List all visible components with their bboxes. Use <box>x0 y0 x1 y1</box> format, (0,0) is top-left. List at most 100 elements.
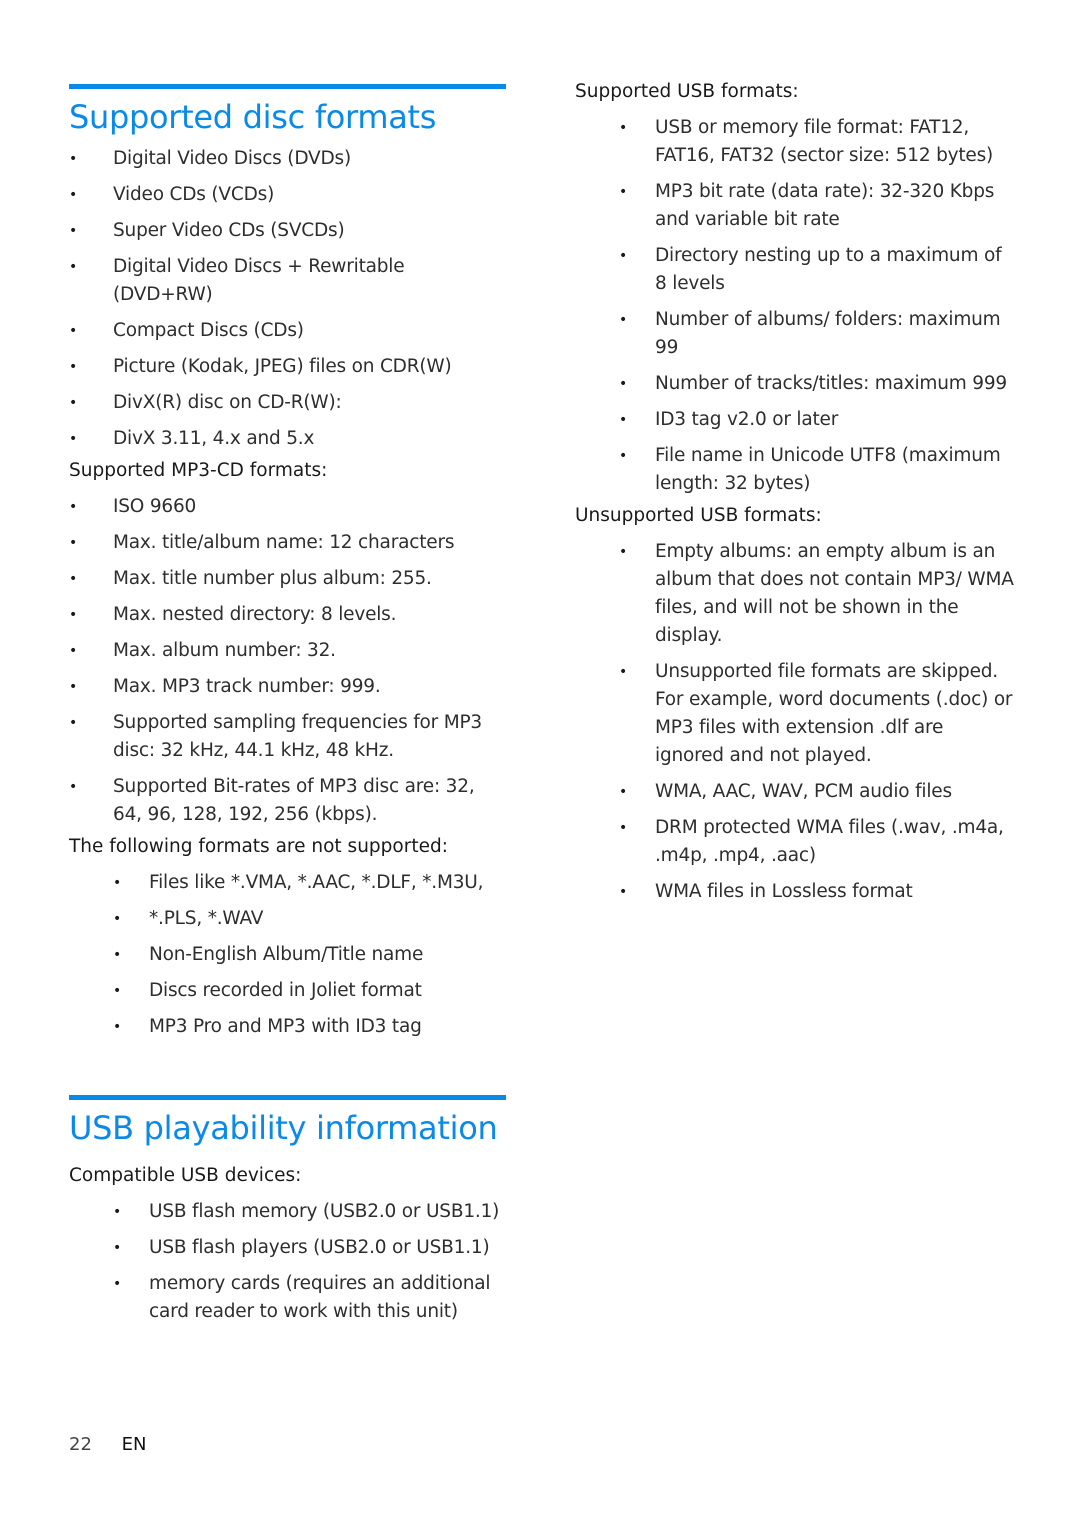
list-item: • File name in Unicode UTF8 (maximum leng… <box>575 442 1015 498</box>
bullet-icon: • <box>619 312 628 328</box>
language-code: EN <box>121 1434 147 1455</box>
bullet-icon: • <box>69 223 78 239</box>
left-column: Supported disc formats • Digital Video Di… <box>69 0 506 1334</box>
list-item: • memory cards (requires an additional ca… <box>69 1270 506 1326</box>
list-item-text: USB flash players (USB2.0 or USB1.1) <box>149 1237 490 1258</box>
list-item-text: Max. album number: 32. <box>113 640 336 661</box>
disc-formats-list: • Digital Video Discs (DVDs) • Video CDs (V… <box>69 145 506 453</box>
list-item: • Max. title number plus album: 255. <box>69 565 506 593</box>
list-item-text: ID3 tag v2.0 or later <box>655 409 839 430</box>
bullet-icon: • <box>619 448 628 464</box>
list-item: • Digital Video Discs + Rewritable (DVD+R… <box>69 253 506 309</box>
list-item: • MP3 Pro and MP3 with ID3 tag <box>69 1013 506 1041</box>
bullet-icon: • <box>619 784 628 800</box>
mp3cd-heading: Supported MP3-CD formats: <box>69 460 328 481</box>
list-item: • USB flash players (USB2.0 or USB1.1) <box>69 1234 506 1262</box>
list-item-text: Supported Bit-rates of MP3 disc are: 32,… <box>113 776 475 825</box>
list-item-text: Number of albums/ folders: maximum 99 <box>655 309 1001 358</box>
bullet-icon: • <box>619 664 628 680</box>
bullet-icon: • <box>69 679 78 695</box>
list-item: • ISO 9660 <box>69 493 506 521</box>
list-item-text: Number of tracks/titles: maximum 999 <box>655 373 1007 394</box>
list-item: • MP3 bit rate (data rate): 32-320 Kbps a… <box>575 178 1015 234</box>
list-item-text: Compact Discs (CDs) <box>113 320 304 341</box>
bullet-icon: • <box>69 571 78 587</box>
bullet-icon: • <box>113 1276 122 1292</box>
bullet-icon: • <box>69 323 78 339</box>
list-item-text: Max. title number plus album: 255. <box>113 568 432 589</box>
section-rule <box>69 84 506 89</box>
bullet-icon: • <box>113 875 122 891</box>
compatible-list: • USB flash memory (USB2.0 or USB1.1) • USB… <box>69 1198 506 1326</box>
list-item-text: ISO 9660 <box>113 496 197 517</box>
list-item: • Directory nesting up to a maximum of 8 … <box>575 242 1015 298</box>
bullet-icon: • <box>619 412 628 428</box>
list-item-text: Digital Video Discs + Rewritable (DVD+RW… <box>113 256 405 305</box>
bullet-icon: • <box>113 947 122 963</box>
list-item-text: Max. title/album name: 12 characters <box>113 532 455 553</box>
list-item-text: WMA, AAC, WAV, PCM audio files <box>655 781 952 802</box>
section-title-usb: USB playability information <box>69 1109 498 1147</box>
bullet-icon: • <box>619 884 628 900</box>
list-item-text: memory cards (requires an additional car… <box>149 1273 491 1322</box>
bullet-icon: • <box>69 431 78 447</box>
bullet-icon: • <box>69 499 78 515</box>
list-item: • Supported Bit-rates of MP3 disc are: 32… <box>69 773 506 829</box>
list-item-text: Max. MP3 track number: 999. <box>113 676 381 697</box>
list-item: • Video CDs (VCDs) <box>69 181 506 209</box>
list-item: • Empty albums: an empty album is an albu… <box>575 538 1015 650</box>
not-supported-heading: The following formats are not supported: <box>69 836 448 857</box>
list-item-text: WMA files in Lossless format <box>655 881 913 902</box>
list-item-text: Files like *.VMA, *.AAC, *.DLF, *.M3U, <box>149 872 484 893</box>
bullet-icon: • <box>113 983 122 999</box>
list-item-text: Max. nested directory: 8 levels. <box>113 604 397 625</box>
bullet-icon: • <box>619 184 628 200</box>
list-item: • Number of albums/ folders: maximum 99 <box>575 306 1015 362</box>
bullet-icon: • <box>69 607 78 623</box>
list-item-text: Non-English Album/Title name <box>149 944 424 965</box>
mp3cd-list: • ISO 9660 • Max. title/album name: 12 char… <box>69 493 506 829</box>
right-column: Supported USB formats: • USB or memory fi… <box>575 0 1015 914</box>
list-item: • Compact Discs (CDs) <box>69 317 506 345</box>
page-number: 22 <box>69 1434 92 1455</box>
bullet-icon: • <box>69 359 78 375</box>
list-item: • DivX(R) disc on CD-R(W): <box>69 389 506 417</box>
list-item-text: DRM protected WMA files (.wav, .m4a, .m4… <box>655 817 1004 866</box>
list-item-text: Discs recorded in Joliet format <box>149 980 422 1001</box>
list-item: • *.PLS, *.WAV <box>69 905 506 933</box>
list-item: • Max. title/album name: 12 characters <box>69 529 506 557</box>
list-item: • Digital Video Discs (DVDs) <box>69 145 506 173</box>
bullet-icon: • <box>69 187 78 203</box>
list-item: • Supported sampling frequencies for MP3 … <box>69 709 506 765</box>
page-footer: 22 EN <box>69 1434 146 1455</box>
list-item-text: Directory nesting up to a maximum of 8 l… <box>655 245 1002 294</box>
bullet-icon: • <box>619 544 628 560</box>
list-item: • Unsupported file formats are skipped. F… <box>575 658 1015 770</box>
list-item-text: Unsupported file formats are skipped. Fo… <box>655 661 1013 766</box>
supported-usb-heading: Supported USB formats: <box>575 81 799 102</box>
bullet-icon: • <box>69 535 78 551</box>
list-item: • Picture (Kodak, JPEG) files on CDR(W) <box>69 353 506 381</box>
bullet-icon: • <box>69 259 78 275</box>
list-item-text: Supported sampling frequencies for MP3 d… <box>113 712 482 761</box>
list-item: • WMA, AAC, WAV, PCM audio files <box>575 778 1015 806</box>
list-item: • Max. album number: 32. <box>69 637 506 665</box>
not-supported-list: • Files like *.VMA, *.AAC, *.DLF, *.M3U, •… <box>69 869 506 1041</box>
list-item-text: File name in Unicode UTF8 (maximum lengt… <box>655 445 1001 494</box>
compatible-heading: Compatible USB devices: <box>69 1165 302 1186</box>
bullet-icon: • <box>619 376 628 392</box>
list-item: • Super Video CDs (SVCDs) <box>69 217 506 245</box>
bullet-icon: • <box>619 248 628 264</box>
list-item-text: DivX 3.11, 4.x and 5.x <box>113 428 315 449</box>
list-item-text: USB flash memory (USB2.0 or USB1.1) <box>149 1201 500 1222</box>
bullet-icon: • <box>113 1019 122 1035</box>
list-item-text: *.PLS, *.WAV <box>149 908 264 929</box>
bullet-icon: • <box>619 820 628 836</box>
section-title-disc-formats: Supported disc formats <box>69 98 437 136</box>
bullet-icon: • <box>69 643 78 659</box>
list-item-text: Empty albums: an empty album is an album… <box>655 541 1014 646</box>
bullet-icon: • <box>113 911 122 927</box>
list-item: • USB flash memory (USB2.0 or USB1.1) <box>69 1198 506 1226</box>
list-item: • ID3 tag v2.0 or later <box>575 406 1015 434</box>
bullet-icon: • <box>69 779 78 795</box>
